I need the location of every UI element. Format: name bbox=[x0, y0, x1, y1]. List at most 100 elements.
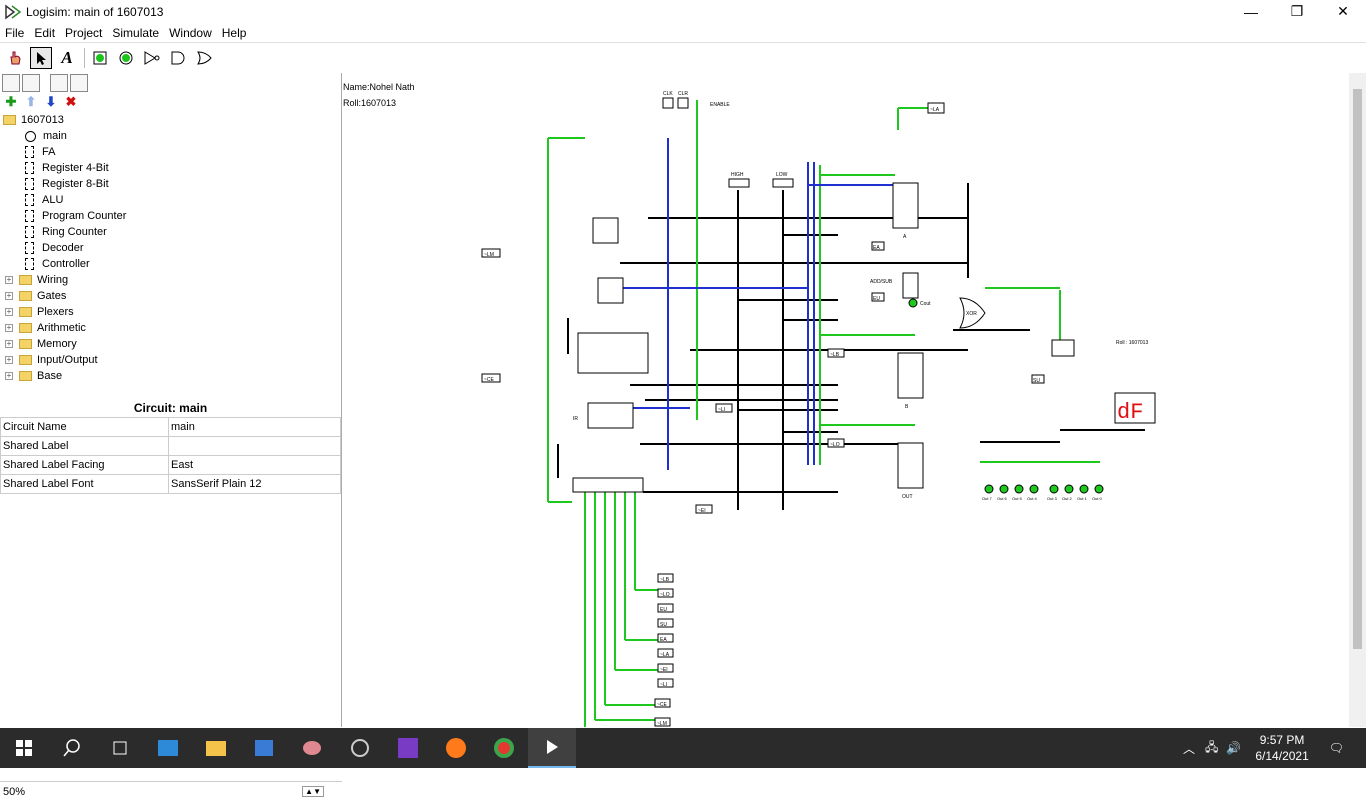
delete-circuit-icon[interactable]: ✖ bbox=[62, 94, 80, 110]
tree-lib-plexers[interactable]: + Plexers bbox=[5, 304, 74, 320]
chrome-icon[interactable] bbox=[480, 728, 528, 768]
menu-window[interactable]: Window bbox=[164, 26, 217, 40]
mar-register-block[interactable] bbox=[597, 277, 624, 304]
register-b-block[interactable] bbox=[897, 352, 924, 399]
edit-layout-icon[interactable] bbox=[50, 74, 68, 92]
subcircuit-icon bbox=[25, 178, 34, 190]
not-gate-icon[interactable] bbox=[141, 47, 163, 69]
tree-item-ring-counter[interactable]: Ring Counter bbox=[25, 224, 107, 240]
minimize-button[interactable]: — bbox=[1228, 0, 1274, 23]
hand-poke-icon[interactable] bbox=[4, 47, 26, 69]
expand-icon[interactable]: + bbox=[5, 324, 13, 332]
move-up-icon[interactable]: ⬆ bbox=[22, 94, 40, 110]
move-down-icon[interactable]: ⬇ bbox=[42, 94, 60, 110]
task-view-icon[interactable] bbox=[96, 728, 144, 768]
instruction-register-block[interactable] bbox=[587, 402, 634, 429]
output-pin-icon[interactable] bbox=[115, 47, 137, 69]
tree-lib-arithmetic[interactable]: + Arithmetic bbox=[5, 320, 86, 336]
volume-icon[interactable]: 🔊 bbox=[1226, 741, 1241, 755]
wrench-icon[interactable] bbox=[2, 74, 20, 92]
simulation-tree-icon[interactable] bbox=[22, 74, 40, 92]
store-icon[interactable] bbox=[240, 728, 288, 768]
tree-item-main[interactable]: main bbox=[25, 128, 67, 144]
low-constant[interactable] bbox=[772, 178, 794, 188]
menu-project[interactable]: Project bbox=[60, 26, 107, 40]
controller-block[interactable] bbox=[572, 477, 644, 493]
maximize-button[interactable]: ❐ bbox=[1274, 0, 1320, 23]
led-out7 bbox=[984, 484, 994, 494]
expand-icon[interactable]: + bbox=[5, 276, 13, 284]
file-explorer-icon[interactable] bbox=[192, 728, 240, 768]
and-gate-icon[interactable] bbox=[167, 47, 189, 69]
network-icon[interactable]: 🖧 bbox=[1205, 738, 1218, 759]
tree-lib-base[interactable]: + Base bbox=[5, 368, 62, 384]
tree-lib-input-output[interactable]: + Input/Output bbox=[5, 352, 98, 368]
menu-help[interactable]: Help bbox=[217, 26, 252, 40]
add-circuit-icon[interactable]: ✚ bbox=[2, 94, 20, 110]
input-pin-icon[interactable] bbox=[89, 47, 111, 69]
edit-appearance-icon[interactable] bbox=[70, 74, 88, 92]
tree-item-register-8bit[interactable]: Register 8-Bit bbox=[25, 176, 109, 192]
circuit-canvas[interactable]: Name:Nohel Nath Roll:1607013 CLK CLR ENA… bbox=[343, 73, 1366, 727]
high-constant[interactable] bbox=[728, 178, 750, 188]
magnifier-icon bbox=[25, 130, 36, 142]
tree-item-decoder[interactable]: Decoder bbox=[25, 240, 84, 256]
attr-name: Circuit Name bbox=[0, 417, 169, 437]
visual-studio-icon[interactable] bbox=[384, 728, 432, 768]
menu-edit[interactable]: Edit bbox=[29, 26, 60, 40]
clr-input-pin[interactable] bbox=[677, 97, 689, 109]
menu-file[interactable]: File bbox=[0, 26, 29, 40]
expand-icon[interactable]: + bbox=[5, 292, 13, 300]
flag-register-block[interactable] bbox=[1051, 339, 1075, 357]
output-register-block[interactable] bbox=[897, 442, 924, 489]
tree-lib-memory[interactable]: + Memory bbox=[5, 336, 77, 352]
expand-icon[interactable]: + bbox=[5, 340, 13, 348]
attr-value[interactable] bbox=[168, 436, 341, 456]
search-icon[interactable] bbox=[48, 728, 96, 768]
ram-block[interactable] bbox=[577, 332, 649, 374]
select-arrow-icon[interactable] bbox=[30, 46, 52, 69]
register-a-block[interactable] bbox=[892, 182, 919, 229]
alu-block[interactable] bbox=[902, 272, 919, 299]
canvas-vertical-scrollbar[interactable] bbox=[1349, 73, 1366, 727]
attr-value[interactable]: SansSerif Plain 12 bbox=[168, 474, 341, 494]
expand-icon[interactable]: + bbox=[5, 372, 13, 380]
attr-value[interactable]: main bbox=[168, 417, 341, 437]
tree-lib-gates[interactable]: + Gates bbox=[5, 288, 66, 304]
logisim-taskbar-icon[interactable] bbox=[528, 728, 576, 768]
chevron-up-icon[interactable]: ︿ bbox=[1183, 740, 1195, 757]
clock-date: 6/14/2021 bbox=[1255, 749, 1309, 763]
program-counter-block[interactable] bbox=[592, 217, 619, 244]
tree-item-alu[interactable]: ALU bbox=[25, 192, 63, 208]
windows-start-icon[interactable] bbox=[0, 728, 48, 768]
firefox-icon[interactable] bbox=[432, 728, 480, 768]
project-root[interactable]: 1607013 bbox=[3, 112, 64, 128]
hex-display-value: dF bbox=[1117, 400, 1143, 425]
text-tool-icon[interactable]: A bbox=[56, 47, 78, 69]
folder-icon bbox=[19, 339, 32, 349]
expand-icon[interactable]: + bbox=[5, 308, 13, 316]
paint-icon[interactable] bbox=[288, 728, 336, 768]
clock[interactable]: 9:57 PM 6/14/2021 bbox=[1255, 732, 1308, 764]
tree-item-controller[interactable]: Controller bbox=[25, 256, 90, 272]
attr-value[interactable]: East bbox=[168, 455, 341, 475]
circuit-diagram[interactable]: Name:Nohel Nath Roll:1607013 CLK CLR ENA… bbox=[343, 73, 1349, 727]
menu-simulate[interactable]: Simulate bbox=[107, 26, 164, 40]
tree-item-fa[interactable]: FA bbox=[25, 144, 55, 160]
zoom-spinner-icon[interactable]: ▲▼ bbox=[302, 786, 324, 797]
ctrl-pin-label: ~CE bbox=[657, 702, 668, 708]
expand-icon[interactable]: + bbox=[5, 356, 13, 364]
attr-row: Shared Label Facing East bbox=[0, 455, 341, 475]
scroll-thumb[interactable] bbox=[1353, 89, 1362, 649]
tree-item-register-4bit[interactable]: Register 4-Bit bbox=[25, 160, 109, 176]
notification-icon[interactable]: 🗨 bbox=[1329, 741, 1344, 755]
tree-item-program-counter[interactable]: Program Counter bbox=[25, 208, 126, 224]
app-icon-2[interactable] bbox=[336, 728, 384, 768]
clk-input-pin[interactable] bbox=[662, 97, 674, 109]
close-button[interactable]: ✕ bbox=[1320, 0, 1366, 23]
or-gate-icon[interactable] bbox=[193, 47, 215, 69]
tree-lib-wiring[interactable]: + Wiring bbox=[5, 272, 68, 288]
zoom-level[interactable]: 50% bbox=[3, 786, 25, 798]
app-icon-1[interactable] bbox=[144, 728, 192, 768]
led-out1 bbox=[1079, 484, 1089, 494]
